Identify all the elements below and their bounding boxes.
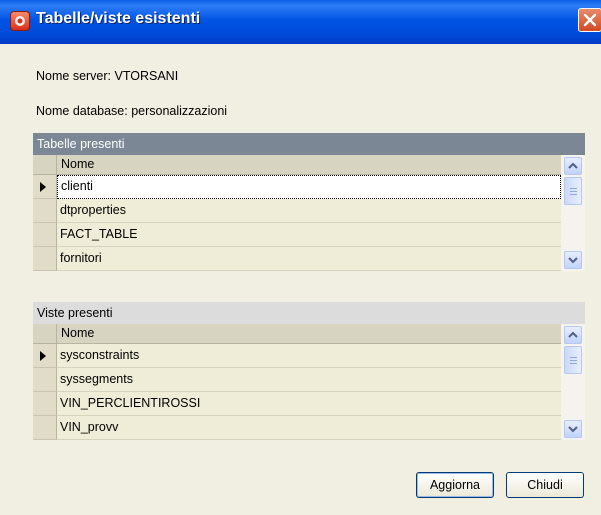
close-icon[interactable]	[578, 8, 601, 32]
grip-line	[570, 194, 577, 195]
table-cell[interactable]: dtproperties	[57, 199, 561, 223]
row-selector[interactable]	[33, 223, 57, 247]
views-grid-caption: Viste presenti	[33, 302, 585, 324]
column-header-nome[interactable]: Nome	[61, 326, 94, 340]
grip-line	[570, 363, 577, 364]
window-title: Tabelle/viste esistenti	[36, 10, 201, 27]
views-vertical-scrollbar[interactable]	[561, 324, 585, 440]
grip-line	[570, 357, 577, 358]
title-bar[interactable]: Tabelle/viste esistenti	[0, 0, 601, 44]
row-selector[interactable]	[33, 344, 57, 368]
grip-line	[570, 360, 577, 361]
tables-grid-caption: Tabelle presenti	[33, 133, 585, 155]
grip-line	[570, 188, 577, 189]
scroll-down-icon[interactable]	[564, 251, 582, 269]
views-grid: Viste presenti Nome sysconstraints sysse…	[33, 302, 585, 440]
table-cell[interactable]: fornitori	[57, 247, 561, 271]
row-selector[interactable]	[33, 199, 57, 223]
tables-vertical-scrollbar[interactable]	[561, 155, 585, 271]
table-cell[interactable]: VIN_provv	[57, 416, 561, 440]
scroll-thumb[interactable]	[564, 177, 582, 205]
table-cell[interactable]: syssegments	[57, 368, 561, 392]
row-selector[interactable]	[33, 175, 57, 199]
table-cell[interactable]: clienti	[57, 175, 561, 199]
current-row-arrow-icon	[40, 182, 46, 192]
scroll-up-icon[interactable]	[564, 157, 582, 175]
grip-line	[570, 191, 577, 192]
dialog-body: Nome server: VTORSANI Nome database: per…	[0, 44, 601, 515]
row-selector[interactable]	[33, 247, 57, 271]
scroll-up-icon[interactable]	[564, 326, 582, 344]
header-corner	[33, 324, 57, 344]
table-cell[interactable]: FACT_TABLE	[57, 223, 561, 247]
row-selector[interactable]	[33, 392, 57, 416]
refresh-button[interactable]: Aggiorna	[416, 472, 494, 498]
table-row[interactable]: clienti	[33, 175, 561, 199]
table-row[interactable]: sysconstraints	[33, 344, 561, 368]
row-selector[interactable]	[33, 416, 57, 440]
close-button[interactable]: Chiudi	[506, 472, 584, 498]
table-row[interactable]: fornitori	[33, 247, 561, 271]
table-row[interactable]: dtproperties	[33, 199, 561, 223]
table-cell[interactable]: VIN_PERCLIENTIROSSI	[57, 392, 561, 416]
row-selector[interactable]	[33, 368, 57, 392]
column-header-nome[interactable]: Nome	[61, 157, 94, 171]
dialog-window: Tabelle/viste esistenti Nome server: VTO…	[0, 0, 601, 515]
header-corner	[33, 155, 57, 175]
table-row[interactable]: FACT_TABLE	[33, 223, 561, 247]
database-name-label: Nome database: personalizzazioni	[36, 104, 228, 118]
server-name-label: Nome server: VTORSANI	[36, 69, 179, 83]
table-row[interactable]: VIN_PERCLIENTIROSSI	[33, 392, 561, 416]
scroll-thumb[interactable]	[564, 346, 582, 374]
table-row[interactable]: syssegments	[33, 368, 561, 392]
tables-grid-header: Nome	[33, 155, 561, 175]
table-cell[interactable]: sysconstraints	[57, 344, 561, 368]
table-row[interactable]: VIN_provv	[33, 416, 561, 440]
views-grid-header: Nome	[33, 324, 561, 344]
scroll-down-icon[interactable]	[564, 420, 582, 438]
current-row-arrow-icon	[40, 351, 46, 361]
tables-grid: Tabelle presenti Nome clienti dtproperti…	[33, 133, 585, 271]
app-icon	[10, 11, 30, 31]
